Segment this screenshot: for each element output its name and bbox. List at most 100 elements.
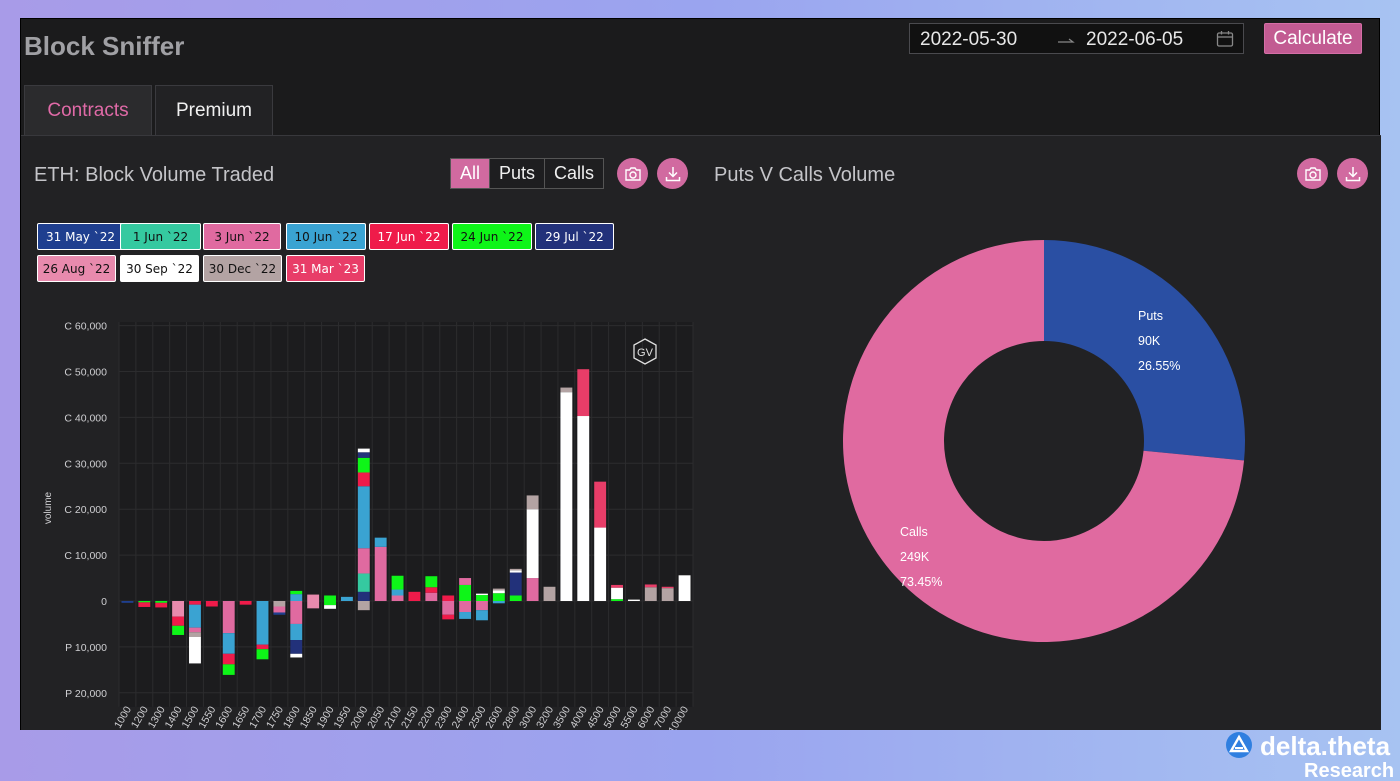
bar-segment <box>661 586 674 589</box>
bar-segment <box>155 601 168 603</box>
donut-slice-puts[interactable] <box>1044 240 1245 461</box>
bar-segment <box>425 592 438 601</box>
bar-segment <box>577 369 590 417</box>
bar-segment <box>425 576 438 588</box>
bar-segment <box>273 612 286 615</box>
date-range-picker[interactable]: 2022-05-30 2022-06-05 <box>909 23 1244 54</box>
bar-segment <box>256 601 269 645</box>
y-tick-label: P 10,000 <box>65 642 107 654</box>
bar-segment <box>357 486 370 549</box>
bar-segment <box>189 604 201 628</box>
bar-segment <box>476 595 488 601</box>
bar-segment <box>222 601 235 634</box>
start-date-input[interactable]: 2022-05-30 <box>920 29 1017 51</box>
bar-segment <box>492 601 505 604</box>
bar-segment <box>205 601 218 607</box>
donut-label: 73.45% <box>900 575 942 589</box>
app-title: Block Sniffer <box>24 31 185 61</box>
bar-segment <box>611 599 623 601</box>
tab-contracts[interactable]: Contracts <box>24 85 152 136</box>
y-tick-label: 0 <box>101 596 107 608</box>
app-window: Block Sniffer 2022-05-30 2022-06-05 Calc… <box>20 18 1381 730</box>
calculate-button[interactable]: Calculate <box>1264 23 1362 54</box>
bar-segment <box>459 578 472 585</box>
bar-segment <box>357 548 370 574</box>
bar-segment <box>290 623 303 641</box>
bar-segment <box>526 578 539 601</box>
bar-segment <box>374 537 387 547</box>
bar-segment <box>492 593 505 601</box>
bar-segment <box>627 599 640 601</box>
bar-segment <box>172 625 185 635</box>
bar-segment <box>560 392 573 601</box>
bar-segment <box>121 601 134 603</box>
delta-theta-logo-icon <box>1226 732 1252 758</box>
y-tick-label: C 60,000 <box>64 321 107 333</box>
bar-segment <box>222 653 235 665</box>
end-date-input[interactable]: 2022-06-05 <box>1086 29 1183 51</box>
bar-segment <box>560 387 573 393</box>
block-volume-chart: C 60,000 C 50,000 C 40,000 C 30,000 C 20,000… <box>43 321 694 730</box>
bar-segment <box>526 495 539 510</box>
tab-bar: Contracts Premium <box>24 85 273 136</box>
donut-label: 90K <box>1138 334 1161 348</box>
bar-segment <box>138 602 151 607</box>
bar-segment <box>459 584 472 601</box>
bar-segment <box>172 601 185 617</box>
bar-segment <box>273 601 286 607</box>
bar-segment <box>357 591 370 601</box>
bar-segment <box>256 644 269 650</box>
bar-segment <box>509 568 522 571</box>
bar-segment <box>138 601 151 603</box>
donut-label: 249K <box>900 550 930 564</box>
y-tick-label: C 20,000 <box>64 504 107 516</box>
donut-label: Calls <box>900 525 928 539</box>
bar-segment <box>442 601 455 615</box>
bar-segment <box>442 595 455 601</box>
bar-segment <box>492 588 505 591</box>
gv-badge-text: GV <box>637 347 654 359</box>
bar-segment <box>442 614 455 620</box>
bar-segment <box>256 649 269 660</box>
bar-segment <box>509 570 522 573</box>
bar-segment <box>290 653 303 658</box>
bar-segment <box>594 481 607 528</box>
tab-premium[interactable]: Premium <box>155 85 273 136</box>
bar-segment <box>357 573 370 592</box>
bar-segment <box>476 601 488 611</box>
bar-segment <box>324 601 336 606</box>
bar-segment <box>408 591 421 601</box>
bar-segment <box>543 586 556 601</box>
bar-segment <box>155 602 168 608</box>
bar-segment <box>290 640 303 654</box>
bar-segment <box>307 594 320 601</box>
y-tick-label: C 10,000 <box>64 550 107 562</box>
bar-segment <box>509 595 522 601</box>
bar-segment <box>425 587 438 593</box>
bar-segment <box>357 452 370 458</box>
bar-segment <box>357 448 370 453</box>
bar-segment <box>644 584 657 588</box>
calendar-icon[interactable] <box>1216 30 1234 54</box>
bar-segment <box>189 627 201 633</box>
bar-segment <box>239 601 252 605</box>
bar-segment <box>324 605 336 609</box>
bar-segment <box>611 587 623 600</box>
bar-segment <box>222 664 235 675</box>
bar-segment <box>290 601 303 624</box>
bar-segment <box>324 595 336 601</box>
donut-label: 26.55% <box>1138 359 1180 373</box>
bar-segment <box>189 601 201 605</box>
range-arrow-icon <box>1057 30 1075 47</box>
bar-segment <box>189 632 201 637</box>
y-tick-label: C 30,000 <box>64 458 107 470</box>
y-tick-label: P 20,000 <box>65 688 107 700</box>
bar-segment <box>476 610 488 621</box>
brand-subtitle: Research <box>1304 760 1395 781</box>
bar-segment <box>189 636 201 664</box>
y-tick-label: C 40,000 <box>64 412 107 424</box>
bar-segment <box>391 589 404 596</box>
y-axis-label: volume <box>43 491 54 524</box>
block-volume-panel: ETH: Block Volume Traded All Puts Calls … <box>21 136 711 730</box>
y-tick-label: C 50,000 <box>64 367 107 379</box>
